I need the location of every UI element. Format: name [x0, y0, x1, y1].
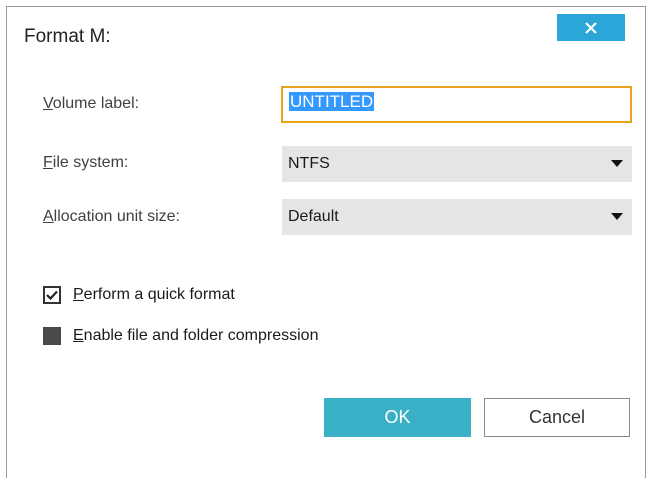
- checkmark-icon: [46, 290, 58, 300]
- file-system-accel: F: [43, 154, 53, 171]
- volume-label-value: UNTITLED: [289, 92, 375, 111]
- volume-label-accel: V: [43, 95, 53, 112]
- compression-label: Enable file and folder compression: [73, 327, 318, 345]
- quick-format-option[interactable]: Perform a quick format: [43, 286, 235, 304]
- file-system-value: NTFS: [288, 155, 330, 172]
- chevron-down-icon: [602, 213, 632, 221]
- allocation-unit-value: Default: [288, 208, 339, 225]
- file-system-label: File system:: [43, 154, 128, 172]
- compression-checkbox[interactable]: [43, 327, 61, 345]
- format-dialog: Format M: Volume label: UNTITLED File sy…: [6, 6, 646, 478]
- file-system-label-rest: ile system:: [52, 154, 129, 171]
- close-icon: [585, 21, 597, 34]
- quick-format-label-rest: erform a quick format: [83, 286, 235, 303]
- allocation-unit-label-rest: llocation unit size:: [53, 208, 180, 225]
- volume-label-rest: olume label:: [52, 95, 140, 112]
- allocation-unit-select[interactable]: Default: [282, 199, 632, 235]
- ok-button[interactable]: OK: [324, 398, 471, 437]
- compression-label-rest: nable file and folder compression: [83, 327, 319, 344]
- allocation-unit-accel: A: [43, 208, 54, 225]
- quick-format-accel: P: [73, 286, 84, 303]
- file-system-select[interactable]: NTFS: [282, 146, 632, 182]
- quick-format-checkbox[interactable]: [43, 286, 61, 304]
- chevron-down-icon: [602, 160, 632, 168]
- volume-label-text: Volume label:: [43, 95, 139, 113]
- compression-accel: E: [73, 327, 84, 344]
- quick-format-label: Perform a quick format: [73, 286, 235, 304]
- compression-option[interactable]: Enable file and folder compression: [43, 327, 318, 345]
- dialog-title: Format M:: [24, 26, 111, 47]
- volume-label-input[interactable]: UNTITLED: [281, 86, 632, 123]
- cancel-button[interactable]: Cancel: [484, 398, 630, 437]
- allocation-unit-label: Allocation unit size:: [43, 208, 180, 226]
- close-button[interactable]: [557, 14, 625, 41]
